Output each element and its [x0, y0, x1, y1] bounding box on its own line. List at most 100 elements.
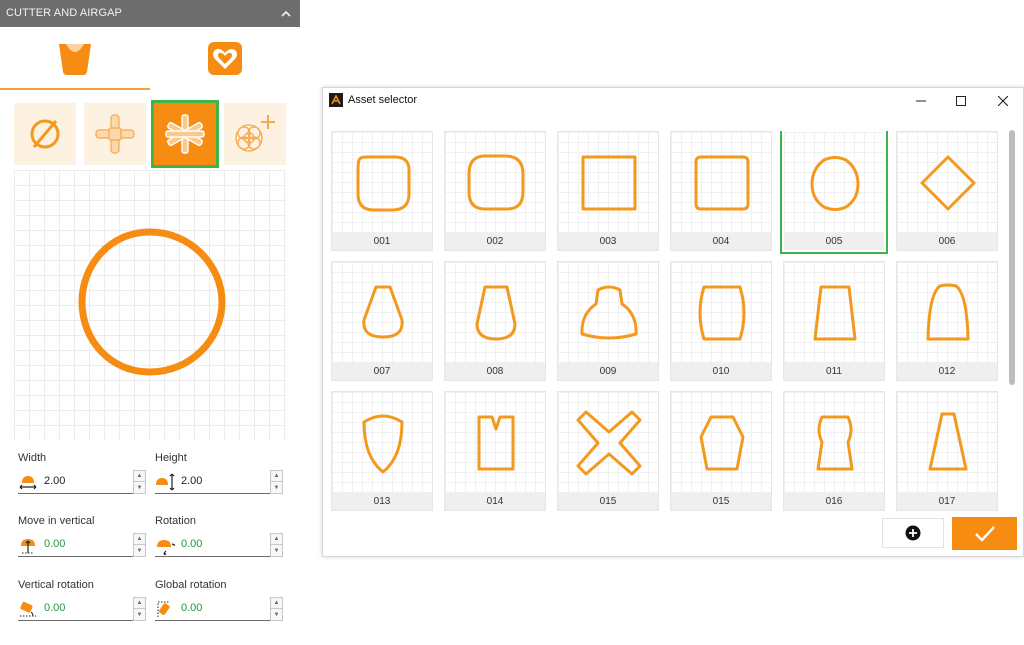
asset-tile[interactable]: 006 — [896, 131, 998, 251]
height-spinner[interactable]: ▲ ▼ — [270, 470, 283, 494]
global-rotation-value: 0.00 — [181, 602, 203, 614]
cross-shape-icon — [576, 410, 642, 476]
asset-tile[interactable]: 008 — [444, 261, 546, 381]
asset-grid[interactable]: 001 002 003 004 005 006 007 008 009 010 011 012 013 0… — [331, 131, 1001, 511]
asset-tile[interactable]: 010 — [670, 261, 772, 381]
width-input[interactable]: 2.00 ▲ ▼ — [18, 470, 146, 494]
cross-tool-button[interactable] — [84, 103, 146, 165]
asset-label: 015 — [671, 493, 771, 510]
asset-tile[interactable]: 016 — [783, 391, 885, 511]
airgap-tab[interactable] — [202, 36, 248, 80]
asset-thumbnail — [445, 262, 545, 363]
spin-up-icon[interactable]: ▲ — [271, 534, 282, 545]
asset-selector-window: Asset selector 001 002 003 004 005 006 007 008 0… — [322, 87, 1024, 557]
asset-tile[interactable]: 002 — [444, 131, 546, 251]
spin-up-icon[interactable]: ▲ — [134, 534, 145, 545]
panel-title: CUTTER AND AIRGAP — [6, 7, 122, 19]
spin-down-icon[interactable]: ▼ — [134, 545, 145, 556]
arch-shape-icon — [926, 283, 970, 341]
global-rotation-spinner[interactable]: ▲ ▼ — [270, 597, 283, 621]
cutter-tab[interactable] — [52, 36, 98, 80]
height-value: 2.00 — [181, 475, 203, 487]
hexagon-shape-icon — [699, 415, 745, 471]
spin-down-icon[interactable]: ▼ — [134, 609, 145, 620]
vertical-rotation-spinner[interactable]: ▲ ▼ — [133, 597, 146, 621]
grid-scrollbar[interactable] — [1009, 130, 1015, 385]
global-rotation-input[interactable]: 0.00 ▲ ▼ — [155, 597, 283, 621]
spin-down-icon[interactable]: ▼ — [271, 482, 282, 493]
asset-label: 005 — [784, 233, 884, 250]
asset-tile[interactable]: 012 — [896, 261, 998, 381]
minimize-icon — [916, 100, 926, 102]
asset-tile[interactable]: 013 — [331, 391, 433, 511]
add-asset-button[interactable] — [882, 518, 944, 548]
title-bar[interactable]: Asset selector — [323, 88, 1023, 114]
asset-tile[interactable]: 004 — [670, 131, 772, 251]
asset-label: 015 — [558, 493, 658, 510]
height-icon — [156, 473, 175, 491]
height-input[interactable]: 2.00 ▲ ▼ — [155, 470, 283, 494]
asset-label: 006 — [897, 233, 997, 250]
notched-tooth-shape-icon — [477, 415, 515, 471]
global-rotation-icon — [157, 601, 170, 617]
asset-thumbnail — [897, 262, 997, 363]
move-vertical-label: Move in vertical — [18, 515, 95, 527]
maximize-button[interactable] — [941, 88, 981, 114]
rotation-field: Rotation 0.00 ▲ ▼ — [155, 515, 283, 557]
asset-label: 017 — [897, 493, 997, 510]
asset-tile[interactable]: 014 — [444, 391, 546, 511]
rotation-input[interactable]: 0.00 ▲ ▼ — [155, 533, 283, 557]
panel-header[interactable]: CUTTER AND AIRGAP — [0, 0, 300, 27]
asset-thumbnail — [558, 392, 658, 493]
asset-tile[interactable]: 009 — [557, 261, 659, 381]
asset-tile[interactable]: 001 — [331, 131, 433, 251]
chevron-up-icon[interactable] — [278, 0, 294, 27]
asset-thumbnail — [671, 392, 771, 493]
vertical-rotation-value: 0.00 — [44, 602, 66, 614]
asset-thumbnail — [897, 392, 997, 493]
multi-circle-tool-button[interactable] — [224, 103, 286, 165]
rotation-spinner[interactable]: ▲ ▼ — [270, 533, 283, 557]
width-spinner[interactable]: ▲ ▼ — [133, 470, 146, 494]
asset-label: 001 — [332, 233, 432, 250]
asset-thumbnail — [671, 132, 771, 233]
asset-tile[interactable]: 007 — [331, 261, 433, 381]
minimize-button[interactable] — [901, 88, 941, 114]
spin-down-icon[interactable]: ▼ — [271, 545, 282, 556]
asset-tile[interactable]: 015 — [670, 391, 772, 511]
asset-label: 012 — [897, 363, 997, 380]
asset-tile[interactable]: 005 — [780, 131, 888, 254]
asset-label: 013 — [332, 493, 432, 510]
asset-tile[interactable]: 003 — [557, 131, 659, 251]
asset-tile[interactable]: 015 — [557, 391, 659, 511]
asset-tile[interactable]: 017 — [896, 391, 998, 511]
move-vertical-icon — [21, 539, 35, 554]
vertical-rotation-label: Vertical rotation — [18, 579, 94, 591]
active-tab-indicator — [0, 88, 150, 90]
move-vertical-input[interactable]: 0.00 ▲ ▼ — [18, 533, 146, 557]
spin-up-icon[interactable]: ▲ — [134, 471, 145, 482]
squircle-wide-shape-icon — [467, 154, 525, 211]
close-button[interactable] — [983, 88, 1023, 114]
barrel-shape-icon — [698, 285, 746, 341]
confirm-button[interactable] — [952, 517, 1017, 550]
spin-up-icon[interactable]: ▲ — [271, 471, 282, 482]
vertical-rotation-input[interactable]: 0.00 ▲ ▼ — [18, 597, 146, 621]
cutter-cup-icon — [59, 44, 91, 75]
diameter-tool-button[interactable] — [14, 103, 76, 165]
asset-label: 003 — [558, 233, 658, 250]
bell-shape-icon — [580, 285, 638, 340]
vertical-rotation-field: Vertical rotation 0.00 ▲ ▼ — [18, 579, 146, 621]
asset-thumbnail — [671, 262, 771, 363]
spin-up-icon[interactable]: ▲ — [134, 598, 145, 609]
spin-up-icon[interactable]: ▲ — [271, 598, 282, 609]
spin-down-icon[interactable]: ▼ — [134, 482, 145, 493]
trapezoid-shape-icon — [813, 285, 857, 341]
shape-preview-canvas[interactable] — [14, 170, 286, 440]
asset-tile[interactable]: 011 — [783, 261, 885, 381]
width-label: Width — [18, 452, 47, 464]
move-vertical-spinner[interactable]: ▲ ▼ — [133, 533, 146, 557]
spin-down-icon[interactable]: ▼ — [271, 609, 282, 620]
asterisk-tool-button[interactable] — [151, 100, 219, 168]
heart-cup-icon — [208, 42, 242, 75]
